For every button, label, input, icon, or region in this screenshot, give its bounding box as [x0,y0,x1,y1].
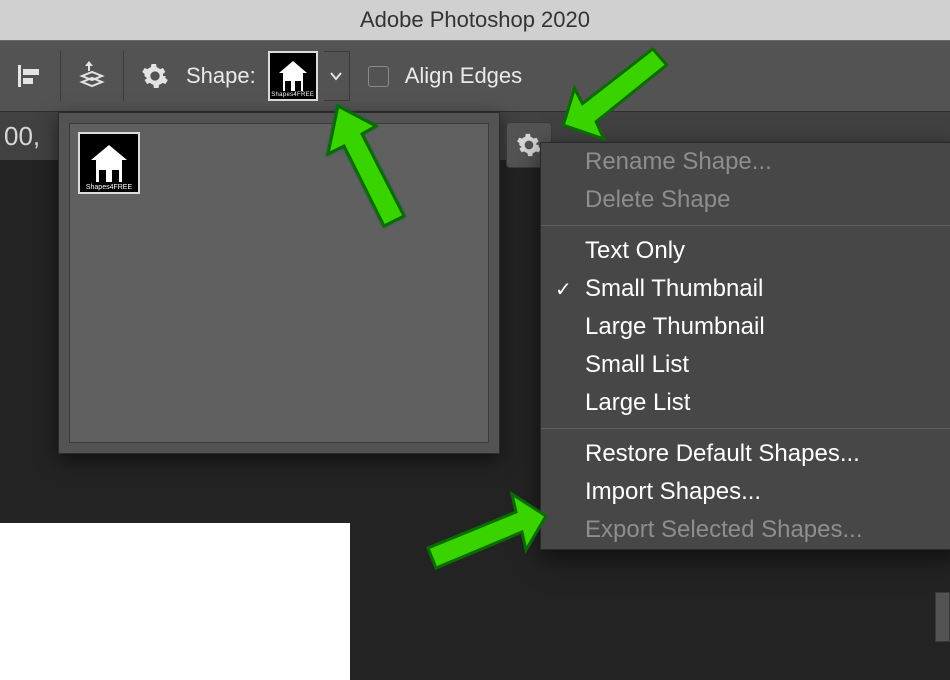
menu-item-label: Delete Shape [585,186,730,214]
shape-thumbnail[interactable]: Shapes4FREE [78,132,140,194]
shape-dropdown-caret[interactable] [324,51,350,101]
shape-options-menu: Rename Shape... Delete Shape Text Only ✓… [540,142,950,550]
options-bar: Shape: Shapes4FREE Align Edges [0,40,950,112]
menu-delete-shape: Delete Shape [541,181,950,219]
chevron-down-icon [329,69,343,83]
menu-separator [541,225,950,226]
gear-icon [516,132,542,158]
shape-picker-panel: Shapes4FREE [58,112,500,454]
menu-item-label: Large Thumbnail [585,313,765,341]
gear-icon[interactable] [134,55,176,97]
menu-large-list[interactable]: Large List [541,384,950,422]
check-icon: ✓ [555,277,572,302]
menu-item-label: Small List [585,351,689,379]
app-title: Adobe Photoshop 2020 [360,7,590,33]
annotation-arrow [418,490,558,590]
vertical-scrollbar[interactable] [935,592,950,642]
shape-thumb-caption: Shapes4FREE [80,184,138,191]
menu-import-shapes[interactable]: Import Shapes... [541,473,950,511]
menu-small-list[interactable]: Small List [541,346,950,384]
separator [60,51,61,101]
shape-swatch-caption: Shapes4FREE [270,92,316,98]
menu-item-label: Import Shapes... [585,478,761,506]
align-edges-label: Align Edges [405,63,522,89]
house-body-icon [283,73,303,91]
menu-restore-default-shapes[interactable]: Restore Default Shapes... [541,435,950,473]
tab-fragment: 00, [4,121,40,152]
menu-item-label: Small Thumbnail [585,275,763,303]
menu-item-label: Large List [585,389,690,417]
shape-label: Shape: [186,63,256,89]
house-icon [91,145,127,160]
separator [123,51,124,101]
menu-item-label: Text Only [585,237,685,265]
canvas-document [0,523,350,680]
menu-item-label: Restore Default Shapes... [585,440,860,468]
menu-export-selected-shapes: Export Selected Shapes... [541,511,950,549]
menu-text-only[interactable]: Text Only [541,232,950,270]
shape-swatch[interactable]: Shapes4FREE [268,51,318,101]
menu-rename-shape: Rename Shape... [541,143,950,181]
menu-small-thumbnail[interactable]: ✓ Small Thumbnail [541,270,950,308]
menu-large-thumbnail[interactable]: Large Thumbnail [541,308,950,346]
align-edges-checkbox[interactable] [368,66,389,87]
menu-separator [541,428,950,429]
house-icon [279,61,307,73]
house-body-icon [96,160,122,182]
menu-item-label: Rename Shape... [585,148,772,176]
layers-arrange-icon[interactable] [71,55,113,97]
menu-item-label: Export Selected Shapes... [585,516,863,544]
shape-picker-grid[interactable]: Shapes4FREE [69,123,489,443]
titlebar: Adobe Photoshop 2020 [0,0,950,40]
align-icon[interactable] [8,55,50,97]
